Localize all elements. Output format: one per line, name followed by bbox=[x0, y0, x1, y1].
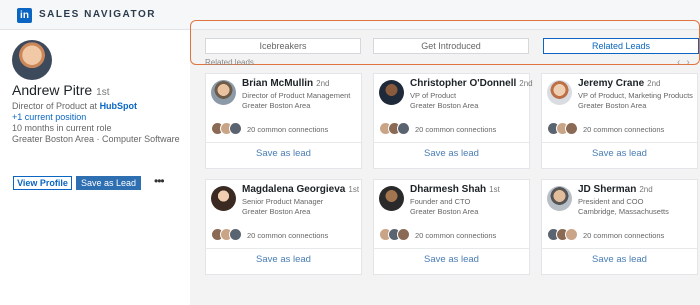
lead-name-row: Brian McMullin 2nd bbox=[242, 78, 329, 89]
common-connections-avatars[interactable] bbox=[547, 122, 583, 135]
common-connections[interactable]: 20 common connections bbox=[583, 125, 664, 134]
linkedin-logo-icon[interactable]: in bbox=[17, 8, 32, 23]
lead-avatar[interactable] bbox=[211, 80, 236, 105]
lead-card[interactable]: Dharmesh Shah 1st Founder and CTO Greater… bbox=[373, 179, 530, 275]
divider bbox=[374, 248, 529, 249]
divider bbox=[542, 142, 697, 143]
lead-card[interactable]: Christopher O'Donnell 2nd VP of Product G… bbox=[373, 73, 533, 169]
lead-card[interactable]: Jeremy Crane 2nd VP of Product, Marketing… bbox=[541, 73, 698, 169]
tab-related-leads[interactable]: Related Leads bbox=[543, 38, 699, 54]
lead-card[interactable]: JD Sherman 2nd President and COO Cambridg… bbox=[541, 179, 698, 275]
lead-name-row: Jeremy Crane 2nd bbox=[578, 78, 661, 89]
lead-name[interactable]: Magdalena Georgieva bbox=[242, 184, 345, 195]
connection-avatar bbox=[397, 228, 410, 241]
tab-get-introduced[interactable]: Get Introduced bbox=[373, 38, 529, 54]
lead-card[interactable]: Brian McMullin 2nd Director of Product Ma… bbox=[205, 73, 362, 169]
profile-name-row: Andrew Pitre 1st bbox=[12, 82, 110, 98]
common-connections-avatars[interactable] bbox=[547, 228, 583, 241]
profile-avatar[interactable] bbox=[12, 40, 52, 80]
divider bbox=[542, 248, 697, 249]
lead-avatar[interactable] bbox=[547, 80, 572, 105]
connection-avatar bbox=[397, 122, 410, 135]
chevron-left-icon[interactable]: ‹ bbox=[677, 57, 686, 68]
save-lead-link[interactable]: Save as lead bbox=[542, 148, 697, 159]
lead-location: Greater Boston Area bbox=[242, 101, 311, 110]
lead-avatar[interactable] bbox=[211, 186, 236, 211]
profile-industry: Computer Software bbox=[102, 134, 180, 144]
lead-name-row: Dharmesh Shah 1st bbox=[410, 184, 500, 195]
lead-title: VP of Product, Marketing Products bbox=[578, 91, 693, 100]
lead-avatar[interactable] bbox=[547, 186, 572, 211]
lead-degree: 1st bbox=[348, 185, 360, 194]
lead-title: Director of Product Management bbox=[242, 91, 351, 100]
lead-name-row: Magdalena Georgieva 1st bbox=[242, 184, 359, 195]
lead-location: Cambridge, Massachusetts bbox=[578, 207, 669, 216]
lead-avatar[interactable] bbox=[379, 80, 404, 105]
connection-avatar bbox=[565, 122, 578, 135]
lead-degree: 2nd bbox=[647, 79, 661, 88]
lead-degree: 2nd bbox=[519, 79, 533, 88]
lead-name[interactable]: Dharmesh Shah bbox=[410, 184, 486, 195]
lead-degree: 2nd bbox=[639, 185, 653, 194]
lead-name[interactable]: Christopher O'Donnell bbox=[410, 78, 516, 89]
chevron-right-icon[interactable]: › bbox=[686, 57, 695, 68]
save-as-lead-button[interactable]: Save as Lead bbox=[76, 176, 141, 190]
lead-location: Greater Boston Area bbox=[578, 101, 647, 110]
common-connections[interactable]: 20 common connections bbox=[247, 231, 328, 240]
common-connections[interactable]: 20 common connections bbox=[247, 125, 328, 134]
profile-degree: 1st bbox=[96, 87, 110, 98]
divider bbox=[374, 142, 529, 143]
save-lead-link[interactable]: Save as lead bbox=[374, 254, 529, 265]
profile-location: Greater Boston Area bbox=[12, 134, 95, 144]
lead-name[interactable]: Brian McMullin bbox=[242, 78, 313, 89]
related-leads-label: Related leads bbox=[205, 58, 254, 67]
lead-name-row: JD Sherman 2nd bbox=[578, 184, 653, 195]
current-position-link[interactable]: +1 current position bbox=[12, 112, 86, 122]
divider bbox=[206, 142, 361, 143]
app-title: SALES NAVIGATOR bbox=[39, 9, 156, 20]
lead-card[interactable]: Magdalena Georgieva 1st Senior Product Ma… bbox=[205, 179, 362, 275]
save-lead-link[interactable]: Save as lead bbox=[206, 148, 361, 159]
lead-title: Senior Product Manager bbox=[242, 197, 324, 206]
main-panel: Icebreakers Get Introduced Related Leads… bbox=[190, 20, 700, 305]
save-lead-link[interactable]: Save as lead bbox=[542, 254, 697, 265]
lead-name[interactable]: Jeremy Crane bbox=[578, 78, 644, 89]
save-lead-link[interactable]: Save as lead bbox=[206, 254, 361, 265]
profile-title-prefix: Director of Product at bbox=[12, 101, 98, 111]
lead-location: Greater Boston Area bbox=[410, 207, 479, 216]
lead-title: VP of Product bbox=[410, 91, 457, 100]
connection-avatar bbox=[229, 228, 242, 241]
lead-degree: 1st bbox=[489, 185, 500, 194]
common-connections-avatars[interactable] bbox=[379, 122, 415, 135]
lead-location: Greater Boston Area bbox=[410, 101, 479, 110]
more-options-icon[interactable]: ••• bbox=[154, 174, 165, 188]
common-connections-avatars[interactable] bbox=[211, 122, 247, 135]
profile-panel: Andrew Pitre 1st Director of Product at H… bbox=[0, 30, 190, 305]
profile-name[interactable]: Andrew Pitre bbox=[12, 82, 92, 98]
lead-name-row: Christopher O'Donnell 2nd bbox=[410, 78, 533, 89]
common-connections[interactable]: 20 common connections bbox=[583, 231, 664, 240]
lead-location: Greater Boston Area bbox=[242, 207, 311, 216]
profile-title: Director of Product at HubSpot bbox=[12, 101, 137, 111]
lead-title: President and COO bbox=[578, 197, 644, 206]
lead-degree: 2nd bbox=[316, 79, 330, 88]
carousel-nav: ‹› bbox=[677, 57, 696, 68]
lead-avatar[interactable] bbox=[379, 186, 404, 211]
divider bbox=[206, 248, 361, 249]
connection-avatar bbox=[229, 122, 242, 135]
profile-location-row: Greater Boston Area · Computer Software bbox=[12, 134, 180, 144]
lead-title: Founder and CTO bbox=[410, 197, 471, 206]
save-lead-link[interactable]: Save as lead bbox=[374, 148, 529, 159]
profile-company-link[interactable]: HubSpot bbox=[100, 101, 138, 111]
common-connections[interactable]: 20 common connections bbox=[415, 125, 496, 134]
common-connections-avatars[interactable] bbox=[211, 228, 247, 241]
connection-avatar bbox=[565, 228, 578, 241]
common-connections-avatars[interactable] bbox=[379, 228, 415, 241]
profile-tenure: 10 months in current role bbox=[12, 123, 112, 133]
common-connections[interactable]: 20 common connections bbox=[415, 231, 496, 240]
lead-name[interactable]: JD Sherman bbox=[578, 184, 636, 195]
view-profile-button[interactable]: View Profile bbox=[13, 176, 72, 190]
tab-icebreakers[interactable]: Icebreakers bbox=[205, 38, 361, 54]
